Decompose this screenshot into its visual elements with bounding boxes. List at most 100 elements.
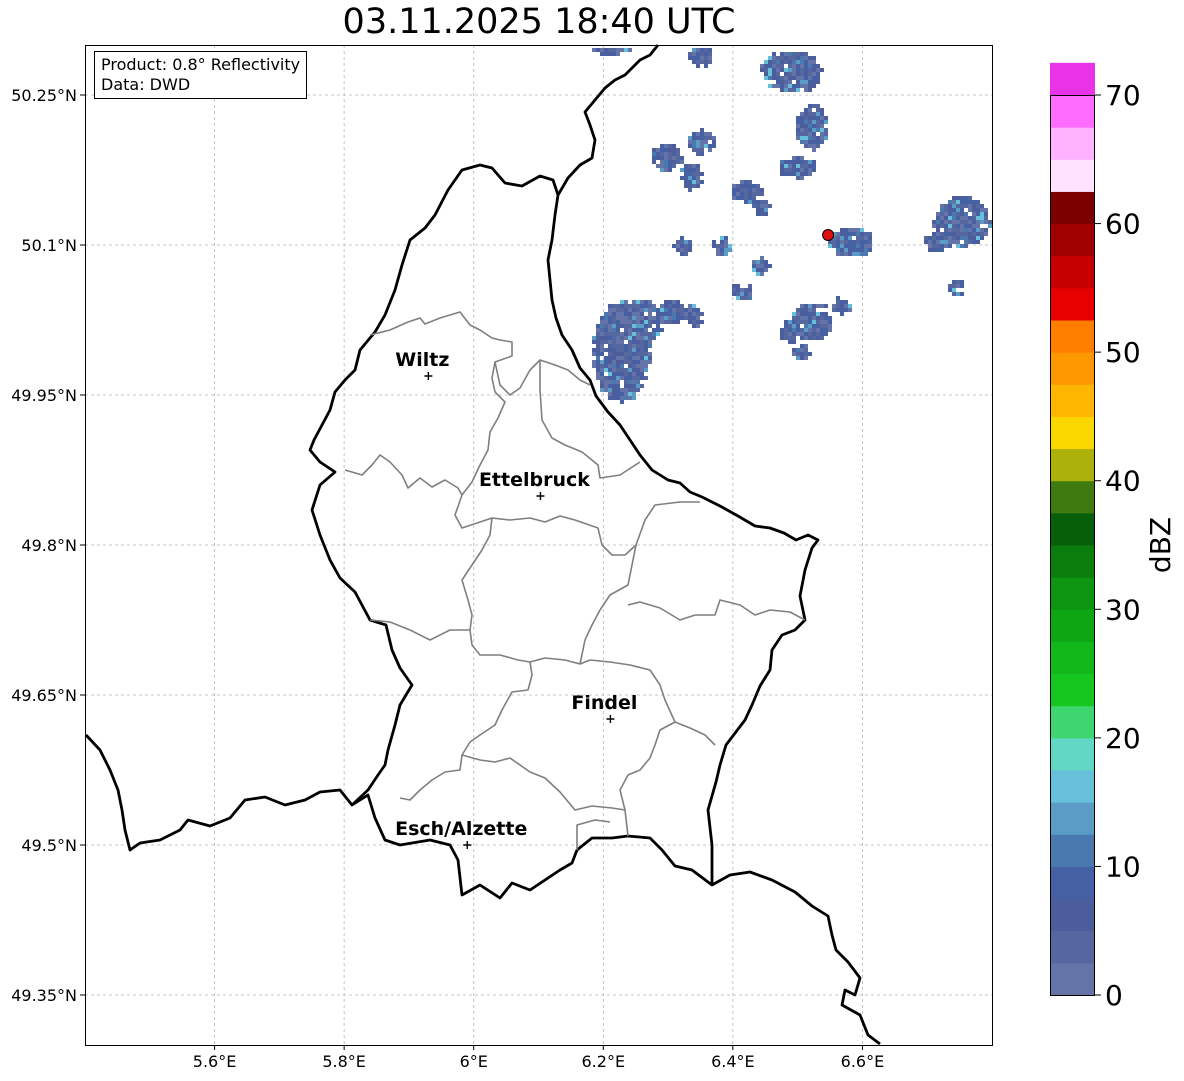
radar-echo-pixel	[672, 308, 676, 312]
radar-echo-pixel	[596, 48, 600, 52]
radar-echo-pixel	[820, 324, 824, 328]
city-label: Wiltz	[395, 349, 449, 371]
radar-echo-pixel	[788, 80, 792, 84]
map-frame	[85, 45, 993, 1046]
radar-echo-pixel	[644, 348, 648, 352]
radar-echo-pixel	[800, 56, 804, 60]
radar-echo-pixel	[780, 80, 784, 84]
radar-echo-pixel	[964, 204, 968, 208]
radar-echo-pixel	[640, 336, 644, 340]
radar-echo-pixel	[968, 216, 972, 220]
radar-echo-pixel	[812, 104, 816, 108]
radar-echo-pixel	[816, 312, 820, 316]
radar-echo-pixel	[620, 344, 624, 348]
colorbar-segment	[1050, 545, 1095, 578]
radar-echo-pixel	[792, 336, 796, 340]
radar-echo-pixel	[672, 148, 676, 152]
radar-echo-pixel	[736, 192, 740, 196]
radar-echo-pixel	[608, 336, 612, 340]
radar-echo-pixel	[804, 344, 808, 348]
colorbar-segment	[1050, 223, 1095, 257]
radar-echo-pixel	[804, 88, 808, 92]
radar-echo-pixel	[804, 356, 808, 360]
radar-echo-pixel	[700, 60, 704, 64]
radar-echo-pixel	[640, 360, 644, 364]
radar-echo-pixel	[648, 300, 652, 304]
radar-echo-pixel	[800, 172, 804, 176]
radar-echo-pixel	[676, 312, 680, 316]
radar-echo-pixel	[960, 220, 964, 224]
radar-echo-pixel	[700, 48, 704, 52]
radar-echo-pixel	[808, 72, 812, 76]
radar-echo-pixel	[824, 324, 828, 328]
radar-echo-pixel	[788, 76, 792, 80]
radar-echo-pixel	[800, 112, 804, 116]
radar-echo-pixel	[820, 68, 824, 72]
radar-echo-pixel	[760, 188, 764, 192]
radar-echo-pixel	[812, 60, 816, 64]
radar-echo-pixel	[612, 336, 616, 340]
radar-echo-pixel	[780, 88, 784, 92]
radar-echo-pixel	[688, 56, 692, 60]
radar-echo-pixel	[612, 332, 616, 336]
radar-echo-pixel	[600, 332, 604, 336]
radar-echo-pixel	[804, 76, 808, 80]
radar-echo-pixel	[636, 348, 640, 352]
radar-echo-pixel	[688, 308, 692, 312]
radar-echo-pixel	[792, 352, 796, 356]
radar-echo-pixel	[972, 216, 976, 220]
colorbar-segment	[1050, 384, 1095, 417]
radar-echo-pixel	[628, 384, 632, 388]
radar-echo-pixel	[800, 52, 804, 56]
radar-echo-pixel	[960, 284, 964, 288]
radar-echo-pixel	[624, 372, 628, 376]
radar-echo-pixel	[600, 376, 604, 380]
radar-echo-pixel	[756, 204, 760, 208]
radar-echo-pixel	[812, 324, 816, 328]
radar-echo-pixel	[640, 356, 644, 360]
radar-echo-pixel	[660, 316, 664, 320]
radar-echo-pixel	[932, 240, 936, 244]
radar-echo-pixel	[808, 324, 812, 328]
radar-echo-pixel	[600, 328, 604, 332]
radar-echo-pixel	[740, 292, 744, 296]
radar-echo-pixel	[796, 172, 800, 176]
radar-echo-pixel	[640, 308, 644, 312]
radar-echo-pixel	[928, 248, 932, 252]
radar-echo-pixel	[648, 356, 652, 360]
city-marker	[536, 492, 545, 500]
radar-echo-pixel	[748, 288, 752, 292]
radar-echo-pixel	[828, 324, 832, 328]
radar-echo-pixel	[972, 224, 976, 228]
radar-echo-pixel	[656, 152, 660, 156]
radar-echo-pixel	[624, 336, 628, 340]
radar-echo-pixel	[684, 184, 688, 188]
radar-echo-pixel	[980, 212, 984, 216]
radar-echo-pixel	[648, 304, 652, 308]
radar-echo-pixel	[688, 140, 692, 144]
radar-echo-pixel	[804, 144, 808, 148]
radar-echo-pixel	[660, 156, 664, 160]
radar-echo-pixel	[624, 332, 628, 336]
radar-echo-pixel	[760, 212, 764, 216]
radar-echo-pixel	[820, 112, 824, 116]
radar-echo-pixel	[792, 56, 796, 60]
radar-echo-pixel	[780, 160, 784, 164]
radar-echo-pixel	[796, 332, 800, 336]
radar-echo-pixel	[844, 240, 848, 244]
radar-echo-pixel	[784, 168, 788, 172]
radar-echo-pixel	[612, 312, 616, 316]
radar-echo-pixel	[616, 392, 620, 396]
radar-site-marker	[822, 229, 835, 241]
radar-echo-pixel	[816, 80, 820, 84]
radar-echo-pixel	[808, 56, 812, 60]
radar-echo-pixel	[800, 132, 804, 136]
radar-echo-pixel	[756, 184, 760, 188]
radar-echo-pixel	[944, 216, 948, 220]
radar-echo-pixel	[796, 324, 800, 328]
radar-echo-pixel	[632, 396, 636, 400]
radar-echo-pixel	[800, 68, 804, 72]
radar-echo-pixel	[648, 340, 652, 344]
radar-echo-pixel	[812, 332, 816, 336]
radar-echo-pixel	[608, 360, 612, 364]
